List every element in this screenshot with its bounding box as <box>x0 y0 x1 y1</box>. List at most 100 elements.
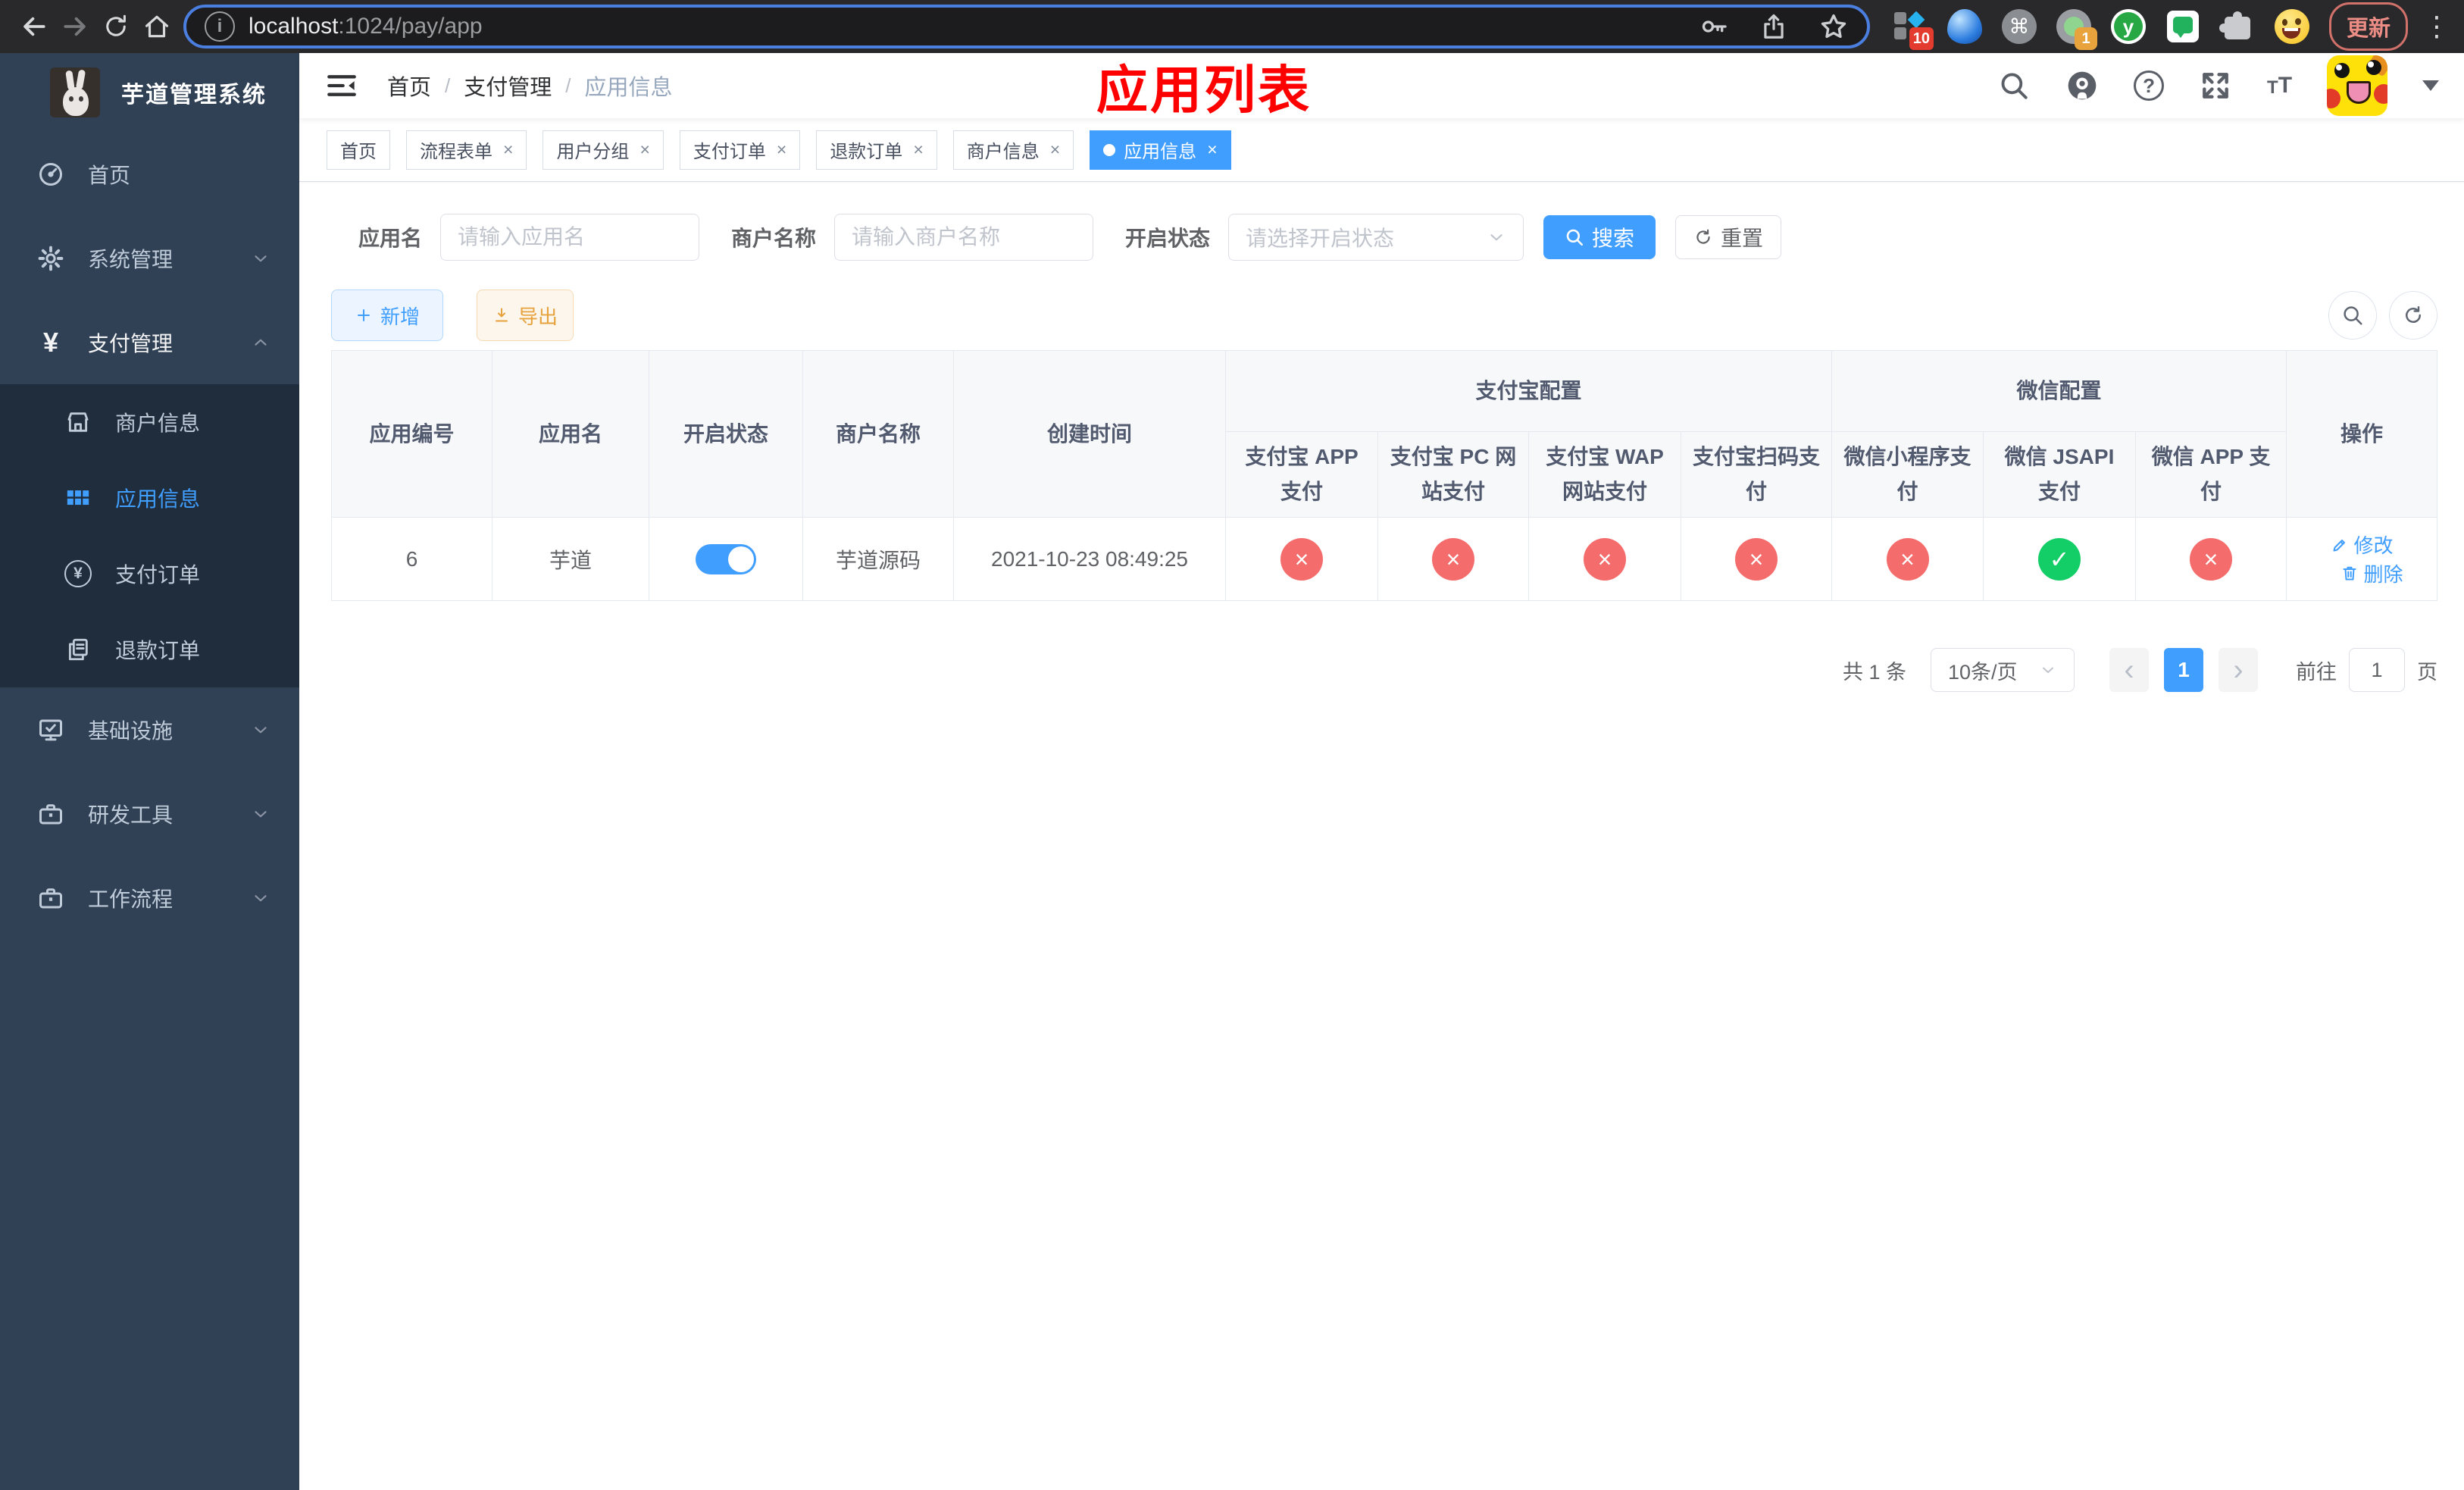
toggle-search-button[interactable] <box>2328 291 2378 340</box>
sidebar-item-infrastructure[interactable]: 基础设施 <box>0 687 299 772</box>
share-icon[interactable] <box>1759 12 1788 41</box>
sidebar-collapse-icon[interactable] <box>325 70 358 101</box>
font-size-icon[interactable]: TT <box>2267 74 2292 97</box>
tab-user-group[interactable]: 用户分组 × <box>543 130 664 170</box>
extension-y-icon[interactable]: y <box>2111 9 2146 44</box>
close-icon[interactable]: × <box>777 139 786 160</box>
sidebar-item-workflow[interactable]: 工作流程 <box>0 856 299 940</box>
tab-refund-order[interactable]: 退款订单 × <box>816 130 937 170</box>
tab-process-form[interactable]: 流程表单 × <box>406 130 527 170</box>
close-icon[interactable]: × <box>1207 139 1217 160</box>
bookmark-star-icon[interactable] <box>1818 11 1849 42</box>
app-title: 芋道管理系统 <box>121 83 267 108</box>
sidebar-submenu-payment: 商户信息 应用信息 ¥ 支付订单 退款订单 <box>0 384 299 687</box>
tags-view-bar: 首页 流程表单 × 用户分组 × 支付订单 × 退款订单 × 商户信息 × 应用信息 × <box>299 118 2464 182</box>
user-avatar[interactable] <box>2327 55 2388 116</box>
tab-home[interactable]: 首页 <box>327 130 390 170</box>
tab-merchant-info[interactable]: 商户信息 × <box>952 130 1074 170</box>
status-badge: × <box>2190 537 2233 581</box>
password-key-icon[interactable] <box>1699 11 1729 42</box>
sidebar-item-merchant-info[interactable]: 商户信息 <box>0 384 299 460</box>
extension-chat-icon[interactable] <box>2165 9 2200 44</box>
close-icon[interactable]: × <box>503 139 513 160</box>
export-button[interactable]: 导出 <box>477 290 574 341</box>
sidebar-item-refund-order[interactable]: 退款订单 <box>0 612 299 687</box>
store-icon <box>62 406 94 438</box>
col-header-alipay-qr: 支付宝扫码支付 <box>1680 431 1833 518</box>
sidebar-item-label: 应用信息 <box>115 487 201 511</box>
app-name-label: 应用名 <box>358 227 423 250</box>
breadcrumb-home[interactable]: 首页 <box>387 70 431 102</box>
prev-page-button[interactable]: ‹ <box>2109 648 2150 692</box>
close-icon[interactable]: × <box>1050 139 1060 160</box>
sidebar-item-label: 支付订单 <box>115 563 201 587</box>
col-group-wechat: 微信配置 <box>1831 350 2287 432</box>
refresh-table-button[interactable] <box>2389 291 2438 340</box>
status-badge: × <box>1735 537 1778 581</box>
sidebar-item-pay-order[interactable]: ¥ 支付订单 <box>0 536 299 612</box>
grid-icon <box>62 482 94 514</box>
extension-record-icon[interactable]: 1 <box>2056 9 2097 50</box>
status-badge: ✓ <box>2038 537 2081 581</box>
sidebar-item-app-info[interactable]: 应用信息 <box>0 460 299 536</box>
sidebar-item-label: 退款订单 <box>115 639 201 662</box>
next-page-button[interactable]: › <box>2219 648 2259 692</box>
sidebar-item-system[interactable]: 系统管理 <box>0 216 299 300</box>
status-select[interactable]: 请选择开启状态 <box>1228 214 1524 261</box>
fullscreen-icon[interactable] <box>2199 69 2232 102</box>
close-icon[interactable]: × <box>913 139 923 160</box>
browser-back-button[interactable] <box>14 6 55 47</box>
avatar-caret-icon[interactable] <box>2422 80 2440 91</box>
chevron-down-icon <box>251 804 270 824</box>
extension-puzzle-icon[interactable] <box>2219 9 2255 44</box>
add-button[interactable]: 新增 <box>331 290 443 341</box>
extension-sketch-icon[interactable]: 10 <box>1893 9 1934 50</box>
merchant-name-label: 商户名称 <box>731 227 817 250</box>
site-info-icon[interactable]: i <box>205 11 235 42</box>
tab-pay-order[interactable]: 支付订单 × <box>679 130 801 170</box>
monitor-icon <box>35 714 67 746</box>
current-page-button[interactable]: 1 <box>2164 648 2204 692</box>
extension-badge: 1 <box>2075 27 2097 50</box>
status-badge: × <box>1886 537 1929 581</box>
edit-link[interactable]: 修改 <box>2331 531 2394 559</box>
filter-form: 应用名 商户名称 开启状态 请选择开启状态 搜索 重置 <box>331 214 2437 261</box>
extension-command-icon[interactable]: ⌘ <box>2002 9 2037 44</box>
sidebar-item-home[interactable]: 首页 <box>0 132 299 216</box>
col-header-wx-app: 微信 APP 支付 <box>2135 431 2287 518</box>
reset-button[interactable]: 重置 <box>1675 215 1782 259</box>
briefcase-icon <box>35 798 67 830</box>
address-bar[interactable]: i localhost:1024/pay/app <box>183 5 1870 49</box>
col-header-alipay-wap: 支付宝 WAP 网站支付 <box>1528 431 1681 518</box>
goto-suffix: 页 <box>2417 660 2438 684</box>
browser-forward-button[interactable] <box>55 6 95 47</box>
chevron-down-icon <box>1487 227 1506 247</box>
tab-app-info[interactable]: 应用信息 × <box>1090 130 1231 170</box>
close-icon[interactable]: × <box>639 139 649 160</box>
goto-page-input[interactable] <box>2349 648 2406 692</box>
pagination: 共 1 条 10条/页 ‹ 1 › 前往 页 <box>331 648 2437 692</box>
chevron-down-icon <box>251 888 270 908</box>
sidebar-item-dev-tools[interactable]: 研发工具 <box>0 772 299 856</box>
help-icon[interactable]: ? <box>2134 70 2165 101</box>
page-size-select[interactable]: 10条/页 <box>1931 648 2075 692</box>
extension-emoji-icon[interactable] <box>2275 9 2309 44</box>
app-name-input[interactable] <box>440 214 700 261</box>
status-toggle[interactable] <box>696 543 756 574</box>
github-icon[interactable] <box>2065 69 2099 102</box>
delete-link[interactable]: 删除 <box>2340 559 2403 587</box>
app-logo[interactable]: 芋道管理系统 <box>0 53 299 132</box>
sidebar-item-label: 首页 <box>88 163 131 187</box>
header-search-icon[interactable] <box>1997 69 2031 102</box>
browser-reload-button[interactable] <box>95 6 136 47</box>
col-header-wx-mini: 微信小程序支付 <box>1831 431 1984 518</box>
search-button[interactable]: 搜索 <box>1543 215 1656 259</box>
browser-home-button[interactable] <box>136 6 177 47</box>
merchant-name-input[interactable] <box>834 214 1094 261</box>
breadcrumb-payment[interactable]: 支付管理 <box>464 70 552 102</box>
sidebar-item-payment[interactable]: ¥ 支付管理 <box>0 300 299 384</box>
extension-pin-icon[interactable] <box>1947 9 1982 44</box>
browser-update-button[interactable]: 更新 <box>2329 2 2409 51</box>
chevron-down-icon <box>2039 661 2057 679</box>
browser-menu-icon[interactable]: ⋮ <box>2423 11 2450 42</box>
